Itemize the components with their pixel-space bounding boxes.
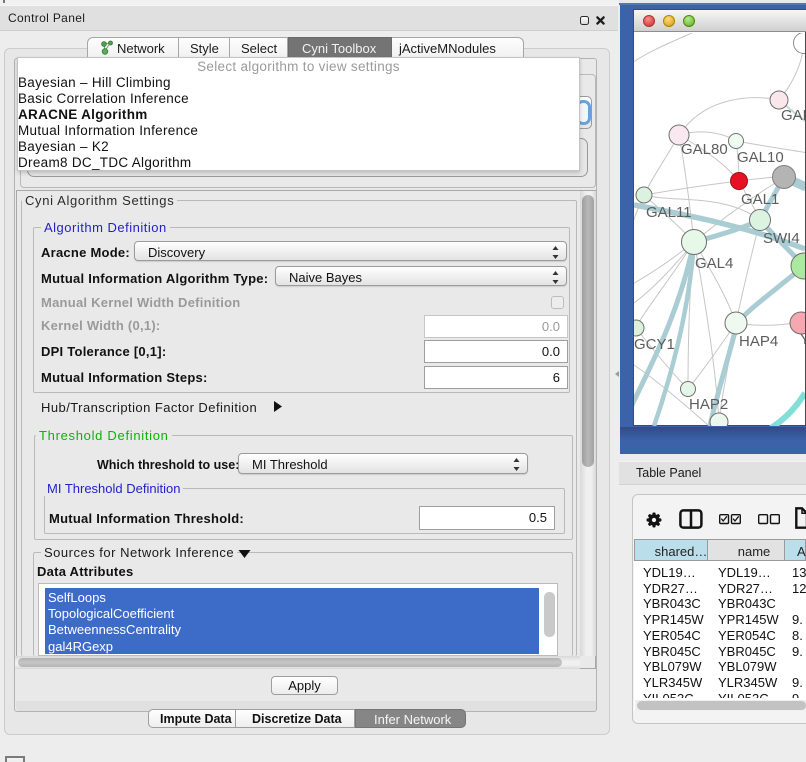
svg-text:GAL80: GAL80: [681, 141, 728, 158]
svg-text:GAL11: GAL11: [646, 204, 692, 221]
svg-text:HAP2: HAP2: [689, 396, 728, 413]
svg-text:GAL: GAL: [781, 107, 805, 124]
svg-text:GCY1: GCY1: [634, 336, 675, 353]
svg-text:GAL1: GAL1: [741, 191, 779, 208]
svg-text:SWI4: SWI4: [763, 230, 800, 247]
svg-text:HAP4: HAP4: [739, 333, 778, 350]
svg-text:GAL4: GAL4: [695, 255, 733, 272]
svg-text:GAL10: GAL10: [737, 149, 784, 166]
svg-text:Y: Y: [800, 331, 805, 348]
